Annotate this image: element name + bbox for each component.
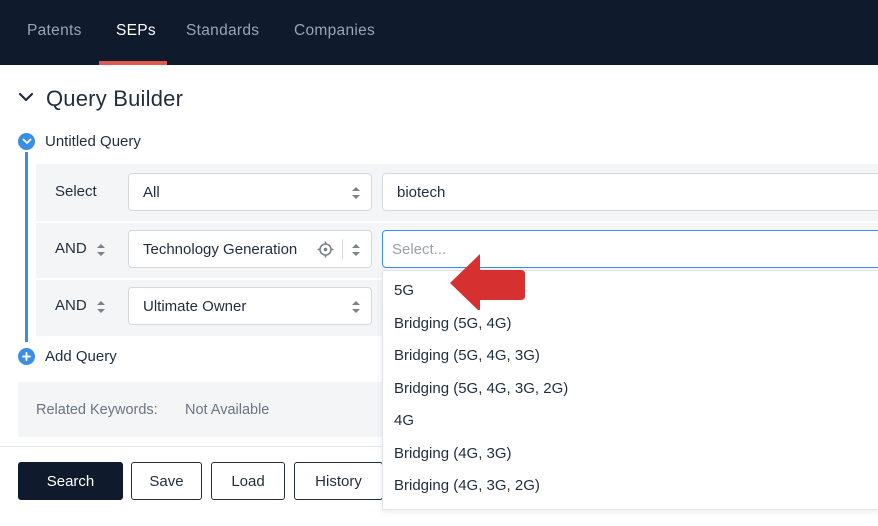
- query-header[interactable]: Untitled Query: [18, 133, 141, 150]
- chevron-down-icon[interactable]: [18, 90, 34, 108]
- query-name[interactable]: Untitled Query: [45, 133, 141, 150]
- dropdown-option[interactable]: Bridging (4G, 3G, 2G): [394, 477, 540, 494]
- page-title: Query Builder: [46, 86, 184, 111]
- dropdown-option[interactable]: 4G: [394, 412, 414, 429]
- operator-updown-icon[interactable]: [96, 299, 106, 315]
- dropdown-option[interactable]: Bridging (4G, 3G): [394, 445, 512, 462]
- field-select[interactable]: All: [128, 173, 372, 211]
- annotation-arrow-icon: [450, 254, 525, 310]
- tab-patents[interactable]: Patents: [27, 22, 82, 40]
- tab-seps[interactable]: SEPs: [116, 22, 156, 40]
- sort-updown-icon: [352, 301, 360, 313]
- dropdown-option[interactable]: Bridging (5G, 4G): [394, 315, 512, 332]
- row-operator-label: Select: [55, 183, 97, 200]
- value-select-placeholder: Select...: [392, 240, 447, 258]
- field-select-value: Ultimate Owner: [143, 297, 247, 315]
- add-query-label: Add Query: [45, 348, 117, 365]
- tab-companies[interactable]: Companies: [294, 22, 375, 40]
- load-button[interactable]: Load: [211, 462, 285, 500]
- save-button[interactable]: Save: [131, 462, 202, 500]
- collapse-circle-icon[interactable]: [18, 133, 35, 150]
- add-query-button[interactable]: Add Query: [18, 348, 117, 365]
- field-select[interactable]: Ultimate Owner: [128, 287, 372, 325]
- active-tab-indicator: [99, 61, 167, 65]
- row-divider: [36, 221, 878, 223]
- query-group-line: [25, 152, 28, 342]
- dropdown-option[interactable]: Bridging (5G, 4G, 3G): [394, 347, 540, 364]
- dropdown-option[interactable]: Bridging (5G, 4G, 3G, 2G): [394, 380, 568, 397]
- field-select[interactable]: Technology Generation: [128, 230, 372, 268]
- query-builder-header[interactable]: Query Builder: [18, 86, 183, 112]
- field-select-value: All: [143, 183, 160, 201]
- sort-updown-icon: [352, 244, 360, 256]
- field-separator: [342, 239, 343, 259]
- search-button[interactable]: Search: [18, 462, 123, 500]
- value-input-text: biotech: [397, 183, 446, 201]
- row-operator-label[interactable]: AND: [55, 240, 87, 257]
- related-keywords-label: Related Keywords:: [36, 402, 158, 418]
- value-input[interactable]: biotech: [382, 173, 878, 211]
- plus-circle-icon[interactable]: [18, 348, 35, 365]
- field-select-value: Technology Generation: [143, 240, 298, 258]
- tab-standards[interactable]: Standards: [186, 22, 259, 40]
- dropdown-option[interactable]: 5G: [394, 282, 414, 299]
- top-nav: Patents SEPs Standards Companies: [0, 0, 878, 65]
- related-keywords-value: Not Available: [185, 402, 270, 418]
- operator-updown-icon[interactable]: [96, 242, 106, 258]
- row-operator-label[interactable]: AND: [55, 297, 87, 314]
- crosshair-icon[interactable]: [317, 241, 334, 258]
- history-button[interactable]: History: [294, 462, 383, 500]
- sort-updown-icon: [352, 187, 360, 199]
